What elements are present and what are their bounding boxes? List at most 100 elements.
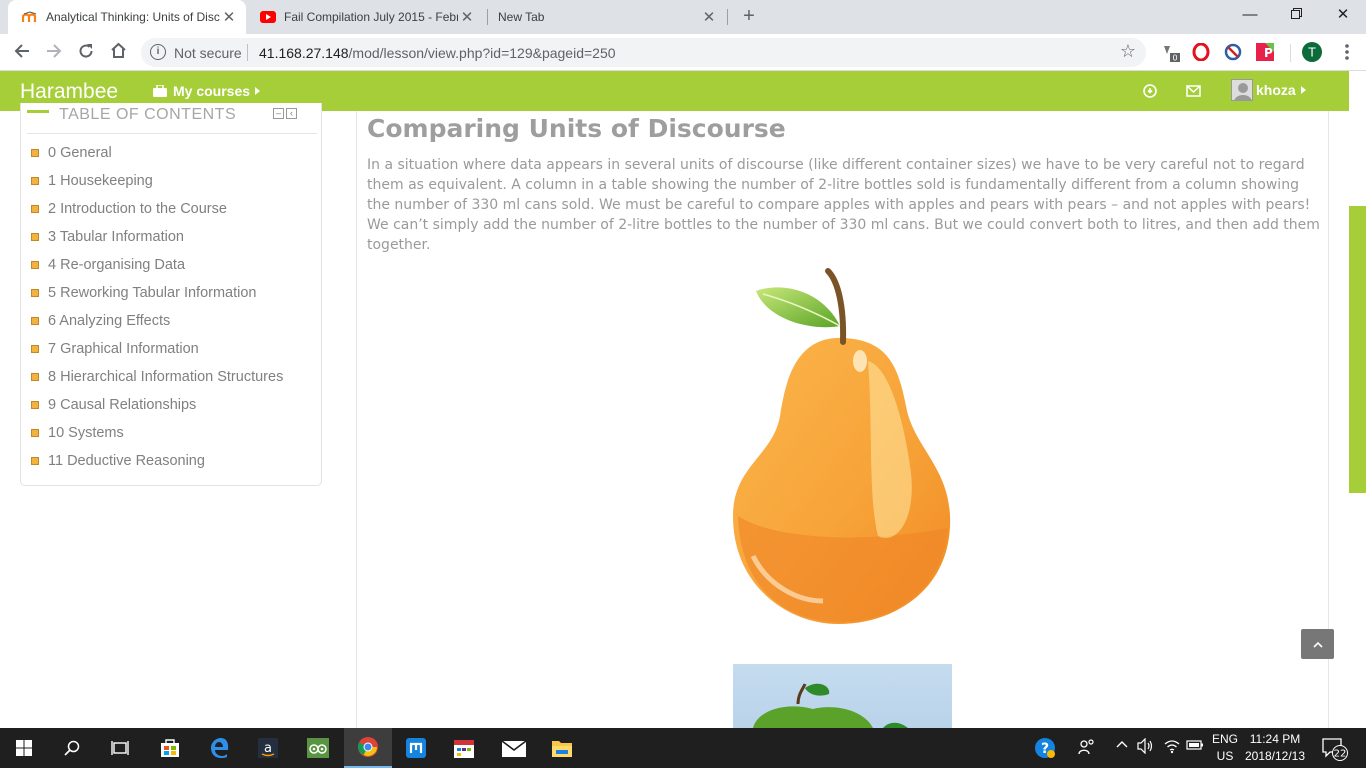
taskbar-tripadvisor[interactable]: [294, 728, 342, 768]
toc-item[interactable]: 8 Hierarchical Information Structures: [31, 363, 283, 391]
clock-date: 2018/12/13: [1244, 749, 1306, 763]
people-icon[interactable]: [1078, 738, 1096, 759]
bullet-square-icon: [31, 345, 39, 353]
browser-menu-icon[interactable]: [1337, 42, 1357, 62]
bullet-square-icon: [31, 373, 39, 381]
clock-download-icon[interactable]: [1141, 82, 1159, 100]
address-bar[interactable]: i Not secure 41.168.27.148/mod/lesson/vi…: [141, 38, 1146, 67]
tab-analytical-thinking[interactable]: Analytical Thinking: Units of Disc ✕: [8, 0, 246, 34]
taskbar-file-explorer[interactable]: [538, 728, 586, 768]
toc-accent-bar: [27, 109, 49, 113]
toc-item-label: 1 Housekeeping: [48, 173, 153, 189]
toc-controls: – ‹: [273, 108, 297, 119]
extension-translate-icon[interactable]: 0: [1161, 42, 1181, 62]
language-code: ENG: [1211, 732, 1238, 746]
page-scrollbar-thumb[interactable]: [1349, 206, 1366, 493]
my-courses-menu[interactable]: My courses: [153, 83, 261, 99]
close-tab-icon[interactable]: ✕: [220, 8, 238, 26]
collapse-block-icon[interactable]: –: [273, 108, 284, 119]
taskbar-amazon[interactable]: a: [244, 728, 292, 768]
extension-block-icon[interactable]: [1223, 42, 1243, 62]
user-menu[interactable]: khoza: [1231, 79, 1306, 101]
back-button[interactable]: [9, 40, 35, 66]
toc-item[interactable]: 5 Reworking Tabular Information: [31, 279, 283, 307]
taskbar-mail[interactable]: [490, 728, 538, 768]
toc-item-label: 9 Causal Relationships: [48, 397, 197, 413]
extension-badge: 0: [1172, 54, 1177, 63]
taskbar-chrome[interactable]: [344, 728, 392, 768]
minimize-button[interactable]: —: [1227, 0, 1273, 30]
profile-avatar[interactable]: T: [1302, 42, 1322, 62]
home-button[interactable]: [105, 40, 131, 66]
toc-item[interactable]: 1 Housekeeping: [31, 167, 283, 195]
table-of-contents-block: TABLE OF CONTENTS – ‹ 0 General 1 Housek…: [20, 103, 322, 486]
bookmark-star-icon[interactable]: ☆: [1120, 41, 1136, 62]
tab-separator: [727, 9, 728, 25]
forward-button[interactable]: [41, 40, 67, 66]
folder-icon: [552, 741, 572, 757]
tab-title: Fail Compilation July 2015 - Febr: [284, 10, 458, 24]
toc-item[interactable]: 4 Re-organising Data: [31, 251, 283, 279]
bullet-square-icon: [31, 429, 39, 437]
toc-item[interactable]: 6 Analyzing Effects: [31, 307, 283, 335]
close-tab-icon[interactable]: ✕: [700, 8, 718, 26]
wifi-icon[interactable]: [1163, 738, 1181, 757]
toc-item[interactable]: 9 Causal Relationships: [31, 391, 283, 419]
caret-right-icon: [1300, 86, 1306, 94]
help-icon[interactable]: ?: [1033, 736, 1057, 763]
url-text[interactable]: 41.168.27.148/mod/lesson/view.php?id=129…: [259, 45, 616, 61]
apple-image: [733, 664, 952, 728]
speaker-icon[interactable]: [1137, 737, 1155, 757]
close-tab-icon[interactable]: ✕: [458, 8, 476, 26]
task-view-button[interactable]: [96, 728, 144, 768]
bullet-square-icon: [31, 233, 39, 241]
security-label[interactable]: Not secure: [174, 45, 242, 61]
toc-item[interactable]: 11 Deductive Reasoning: [31, 447, 283, 475]
bullet-square-icon: [31, 177, 39, 185]
chevron-up-icon[interactable]: [1116, 738, 1128, 753]
profile-initial: T: [1307, 46, 1316, 60]
dock-block-icon[interactable]: ‹: [286, 108, 297, 119]
site-brand[interactable]: Harambee: [20, 80, 118, 104]
moodle-icon: [22, 9, 38, 25]
tab-title: New Tab: [498, 10, 545, 24]
new-tab-button[interactable]: +: [738, 5, 760, 27]
toc-item-label: 11 Deductive Reasoning: [48, 453, 205, 469]
extension-opera-icon[interactable]: [1191, 42, 1211, 62]
info-icon[interactable]: i: [150, 44, 166, 60]
message-envelope-icon[interactable]: [1184, 82, 1202, 100]
toc-item[interactable]: 2 Introduction to the Course: [31, 195, 283, 223]
reload-icon: [79, 44, 93, 58]
taskbar-edge[interactable]: [196, 728, 244, 768]
back-to-top-button[interactable]: [1301, 629, 1334, 659]
input-language[interactable]: ENG US: [1209, 731, 1241, 765]
bullet-square-icon: [31, 205, 39, 213]
toc-title: TABLE OF CONTENTS: [59, 106, 237, 123]
svg-text:P: P: [1264, 46, 1273, 60]
briefcase-icon: [153, 85, 167, 97]
clock-time: 11:24 PM: [1249, 732, 1301, 746]
extension-pocket-icon[interactable]: P: [1255, 42, 1275, 62]
action-center-button[interactable]: 22: [1322, 737, 1348, 764]
taskbar-maxthon[interactable]: [392, 728, 440, 768]
tab-fail-compilation[interactable]: Fail Compilation July 2015 - Febr ✕: [246, 0, 484, 34]
maxthon-icon: [406, 738, 426, 758]
start-button[interactable]: [0, 728, 48, 768]
reload-button[interactable]: [73, 40, 99, 66]
bullet-square-icon: [31, 401, 39, 409]
restore-button[interactable]: [1273, 0, 1319, 30]
toc-item[interactable]: 7 Graphical Information: [31, 335, 283, 363]
toc-item[interactable]: 10 Systems: [31, 419, 283, 447]
toc-item[interactable]: 0 General: [31, 139, 283, 167]
close-window-button[interactable]: ✕: [1320, 0, 1366, 30]
search-button[interactable]: [48, 728, 96, 768]
tab-new-tab[interactable]: New Tab ✕: [488, 0, 726, 34]
restore-icon: [1290, 8, 1302, 19]
system-clock[interactable]: 11:24 PM 2018/12/13: [1243, 731, 1307, 765]
toc-item[interactable]: 3 Tabular Information: [31, 223, 283, 251]
taskbar-calendar-app[interactable]: [440, 728, 488, 768]
taskbar-store[interactable]: [146, 728, 194, 768]
omnibox-separator: [247, 44, 248, 61]
battery-icon[interactable]: [1186, 738, 1204, 755]
chrome-icon: [358, 737, 378, 757]
